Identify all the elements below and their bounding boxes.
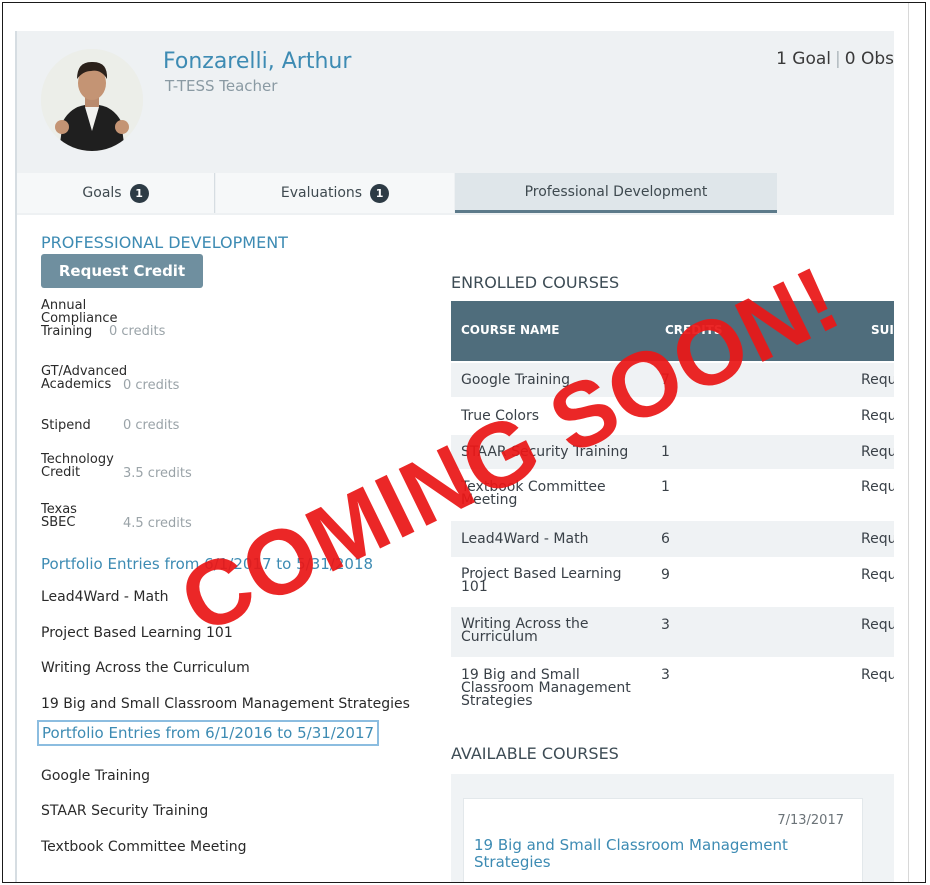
teacher-name: Fonzarelli, Arthur bbox=[163, 49, 352, 74]
portfolio-item[interactable]: 19 Big and Small Classroom Management St… bbox=[41, 696, 410, 712]
tab-evaluations-label: Evaluations bbox=[280, 185, 363, 201]
course-name: STAAR Security Training bbox=[461, 444, 629, 460]
course-credits: 3 bbox=[661, 667, 670, 683]
course-name: Textbook Committee Meeting bbox=[461, 479, 606, 508]
course-date: 7/13/2017 bbox=[777, 813, 844, 828]
credit-amount: 4.5 credits bbox=[123, 516, 192, 531]
portfolio-item[interactable]: Project Based Learning 101 bbox=[41, 625, 233, 641]
credit-item[interactable]: Stipend 0 credits bbox=[41, 418, 179, 433]
table-row[interactable]: True Colors Requ bbox=[451, 399, 894, 433]
credit-amount: 0 credits bbox=[123, 418, 180, 433]
right-divider bbox=[908, 3, 909, 882]
course-title-link[interactable]: 19 Big and Small Classroom Management St… bbox=[474, 837, 862, 871]
course-status: Requ bbox=[861, 372, 894, 388]
course-status: Requ bbox=[861, 444, 894, 460]
table-row[interactable]: Lead4Ward - Math 6 Requ bbox=[451, 521, 894, 557]
credit-label: Annual Compliance Training bbox=[41, 298, 118, 339]
portfolio-item[interactable]: Lead4Ward - Math bbox=[41, 589, 168, 605]
observations-stat[interactable]: 0 Obs bbox=[845, 49, 894, 69]
tab-goals[interactable]: Goals 1 bbox=[17, 173, 215, 213]
credit-amount: 0 credits bbox=[123, 378, 180, 393]
course-status: Requ bbox=[861, 531, 894, 547]
stat-separator: | bbox=[835, 49, 841, 69]
screenshot-frame: Fonzarelli, Arthur T-TESS Teacher 1 Goal… bbox=[2, 2, 926, 883]
course-credits: 9 bbox=[661, 567, 670, 583]
table-row[interactable]: Google Training 7 Requ bbox=[451, 363, 894, 397]
course-status: Requ bbox=[861, 667, 894, 683]
course-credits: 1 bbox=[661, 479, 670, 495]
course-credits: 1 bbox=[661, 444, 670, 460]
portfolio-heading-2016[interactable]: Portfolio Entries from 6/1/2016 to 5/31/… bbox=[37, 720, 380, 746]
table-row[interactable]: Writing Across the Curriculum 3 Requ bbox=[451, 607, 894, 657]
credit-label: Texas SBEC bbox=[41, 502, 77, 530]
course-name: 19 Big and Small Classroom Management Stra… bbox=[461, 667, 631, 709]
avatar bbox=[41, 49, 143, 151]
enrolled-table-header: COURSE NAME CREDITS SUI bbox=[451, 301, 894, 361]
goals-count-badge: 1 bbox=[129, 183, 149, 203]
teacher-role: T-TESS Teacher bbox=[165, 77, 278, 95]
credit-amount: 0 credits bbox=[109, 324, 166, 339]
column-header-status[interactable]: SUI bbox=[871, 323, 894, 337]
column-header-course-name[interactable]: COURSE NAME bbox=[461, 323, 559, 337]
available-courses-title: AVAILABLE COURSES bbox=[451, 744, 619, 763]
portfolio-item[interactable]: Textbook Committee Meeting bbox=[41, 839, 247, 855]
course-name: Writing Across the Curriculum bbox=[461, 616, 589, 645]
tab-evaluations[interactable]: Evaluations 1 bbox=[216, 173, 454, 213]
table-row[interactable]: 19 Big and Small Classroom Management Stra… bbox=[451, 659, 894, 725]
tab-professional-development[interactable]: Professional Development bbox=[455, 173, 777, 213]
credit-item[interactable]: Technology Credit 3.5 credits bbox=[41, 452, 192, 480]
table-row[interactable]: STAAR Security Training 1 Requ bbox=[451, 435, 894, 469]
course-status: Requ bbox=[861, 479, 894, 495]
table-row[interactable]: Textbook Committee Meeting 1 Requ bbox=[451, 471, 894, 519]
credit-label: GT/Advanced Academics bbox=[41, 364, 128, 392]
course-credits: 6 bbox=[661, 531, 670, 547]
avatar-person-icon bbox=[41, 49, 143, 151]
course-name: Lead4Ward - Math bbox=[461, 531, 589, 547]
pd-section-title: PROFESSIONAL DEVELOPMENT bbox=[41, 233, 288, 252]
request-credit-button[interactable]: Request Credit bbox=[41, 254, 203, 288]
credit-item[interactable]: Texas SBEC 4.5 credits bbox=[41, 502, 192, 530]
course-credits: 7 bbox=[661, 372, 670, 388]
column-header-credits[interactable]: CREDITS bbox=[665, 323, 723, 337]
course-credits: 3 bbox=[661, 617, 670, 633]
tab-goals-label: Goals bbox=[82, 185, 122, 201]
tab-professional-development-label: Professional Development bbox=[524, 183, 708, 200]
portfolio-heading-2017[interactable]: Portfolio Entries from 6/1/2017 to 5/31/… bbox=[41, 555, 373, 573]
available-course-card[interactable]: 7/13/2017 19 Big and Small Classroom Man… bbox=[463, 798, 863, 882]
goals-stat[interactable]: 1 Goal bbox=[776, 49, 831, 69]
table-row[interactable]: Project Based Learning 101 9 Requ bbox=[451, 559, 894, 605]
credit-label: Stipend bbox=[41, 418, 91, 433]
tab-bar: Goals 1 Evaluations 1 Professional Devel… bbox=[17, 173, 894, 215]
course-status: Requ bbox=[861, 567, 894, 583]
profile-header: Fonzarelli, Arthur T-TESS Teacher 1 Goal… bbox=[17, 31, 894, 173]
portfolio-item[interactable]: Google Training bbox=[41, 768, 150, 784]
credit-amount: 3.5 credits bbox=[123, 466, 192, 481]
profile-stats: 1 Goal | 0 Obs bbox=[776, 49, 894, 69]
enrolled-courses-title: ENROLLED COURSES bbox=[451, 273, 620, 292]
credit-label: Technology Credit bbox=[41, 452, 114, 480]
portfolio-item[interactable]: Writing Across the Curriculum bbox=[41, 660, 250, 676]
course-name: True Colors bbox=[461, 408, 540, 424]
course-status: Requ bbox=[861, 617, 894, 633]
course-name: Google Training bbox=[461, 372, 571, 388]
credit-item[interactable]: Annual Compliance Training 0 credits bbox=[41, 298, 165, 339]
portfolio-item[interactable]: STAAR Security Training bbox=[41, 803, 208, 819]
course-status: Requ bbox=[861, 408, 894, 424]
credit-item[interactable]: GT/Advanced Academics 0 credits bbox=[41, 364, 179, 392]
available-courses-panel: 7/13/2017 19 Big and Small Classroom Man… bbox=[451, 774, 894, 882]
profile-page: Fonzarelli, Arthur T-TESS Teacher 1 Goal… bbox=[15, 31, 894, 882]
evaluations-count-badge: 1 bbox=[370, 183, 390, 203]
course-name: Project Based Learning 101 bbox=[461, 566, 622, 595]
